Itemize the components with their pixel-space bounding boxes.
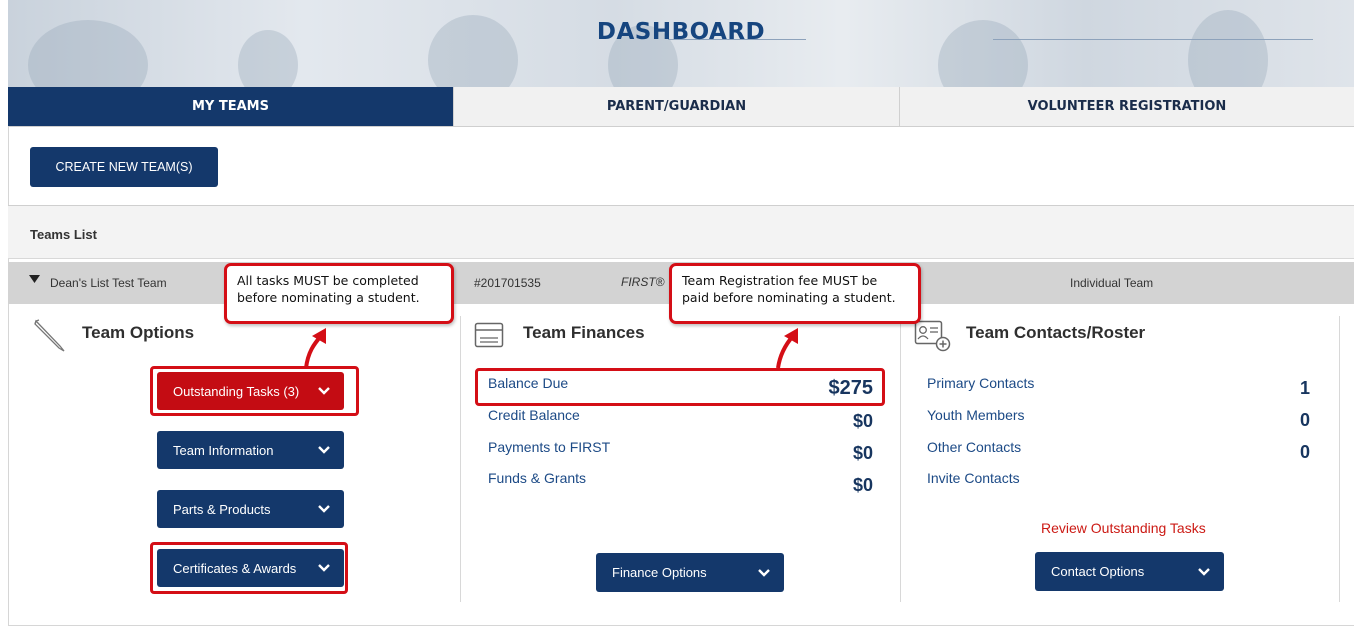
highlight-certificates-awards: [150, 542, 348, 594]
dashboard-banner: DASHBOARD: [8, 0, 1354, 87]
review-outstanding-tasks-link[interactable]: Review Outstanding Tasks: [1041, 520, 1206, 536]
column-divider: [1339, 316, 1340, 602]
callout-arrow-icon: [776, 328, 798, 369]
parts-products-button[interactable]: Parts & Products: [157, 490, 344, 528]
payments-to-first-value: $0: [852, 443, 873, 463]
chevron-down-icon: [758, 568, 770, 577]
credit-balance-value: $0: [852, 411, 873, 431]
expand-caret-icon[interactable]: [29, 275, 40, 284]
other-contacts-link[interactable]: Other Contacts: [927, 439, 1021, 455]
contact-card-add-icon: [914, 320, 951, 352]
team-information-label: Team Information: [173, 442, 274, 458]
teams-list-header: Teams List: [8, 205, 1354, 259]
team-contacts-title: Team Contacts/Roster: [966, 323, 1146, 342]
funds-grants-value: $0: [852, 475, 873, 495]
chevron-down-icon: [318, 446, 330, 454]
fee-callout: Team Registration fee MUST be paid befor…: [669, 263, 921, 324]
column-divider: [460, 316, 461, 602]
invite-contacts-link[interactable]: Invite Contacts: [927, 470, 1020, 486]
highlight-outstanding-tasks: [150, 366, 359, 416]
youth-members-link[interactable]: Youth Members: [927, 407, 1025, 423]
team-finances-title: Team Finances: [523, 323, 645, 342]
card-icon: [474, 322, 504, 348]
tasks-callout-line2: before nominating a student.: [237, 290, 420, 305]
team-name: Dean's List Test Team: [50, 276, 167, 290]
youth-members-count: 0: [1299, 410, 1310, 430]
team-program: FIRST®: [621, 275, 665, 289]
finance-options-label: Finance Options: [612, 565, 707, 580]
chevron-down-icon: [1198, 567, 1210, 576]
chevron-down-icon: [318, 505, 330, 513]
team-type: Individual Team: [1070, 276, 1154, 290]
parts-products-label: Parts & Products: [173, 501, 271, 517]
tab-volunteer-registration[interactable]: VOLUNTEER REGISTRATION: [900, 87, 1354, 127]
finance-options-button[interactable]: Finance Options: [596, 553, 784, 592]
contact-options-button[interactable]: Contact Options: [1035, 552, 1224, 591]
tab-my-teams[interactable]: MY TEAMS: [8, 87, 454, 127]
pen-icon: [34, 319, 65, 352]
team-options-title: Team Options: [82, 323, 195, 342]
tab-parent-guardian[interactable]: PARENT/GUARDIAN: [454, 87, 900, 127]
tab-bar: MY TEAMS PARENT/GUARDIAN VOLUNTEER REGIS…: [8, 87, 1354, 127]
contact-options-label: Contact Options: [1051, 564, 1145, 579]
team-number: #201701535: [474, 276, 541, 290]
page-title: DASHBOARD: [596, 19, 766, 45]
tasks-callout: All tasks MUST be completed before nomin…: [224, 263, 454, 324]
callout-arrow-icon: [304, 328, 326, 369]
funds-grants-label: Funds & Grants: [488, 470, 587, 486]
payments-to-first-label: Payments to FIRST: [488, 439, 611, 455]
fee-callout-line1: Team Registration fee MUST be: [682, 273, 878, 288]
team-information-button[interactable]: Team Information: [157, 431, 344, 469]
create-new-team-button[interactable]: CREATE NEW TEAM(S): [30, 147, 218, 187]
credit-balance-label: Credit Balance: [488, 407, 580, 423]
highlight-balance-due: [475, 368, 885, 406]
column-divider: [900, 316, 901, 602]
teams-list-label: Teams List: [30, 227, 97, 242]
other-contacts-count: 0: [1299, 442, 1310, 462]
primary-contacts-link[interactable]: Primary Contacts: [927, 375, 1034, 391]
tasks-callout-line1: All tasks MUST be completed: [237, 273, 419, 288]
primary-contacts-count: 1: [1299, 378, 1310, 398]
fee-callout-line2: paid before nominating a student.: [682, 290, 896, 305]
